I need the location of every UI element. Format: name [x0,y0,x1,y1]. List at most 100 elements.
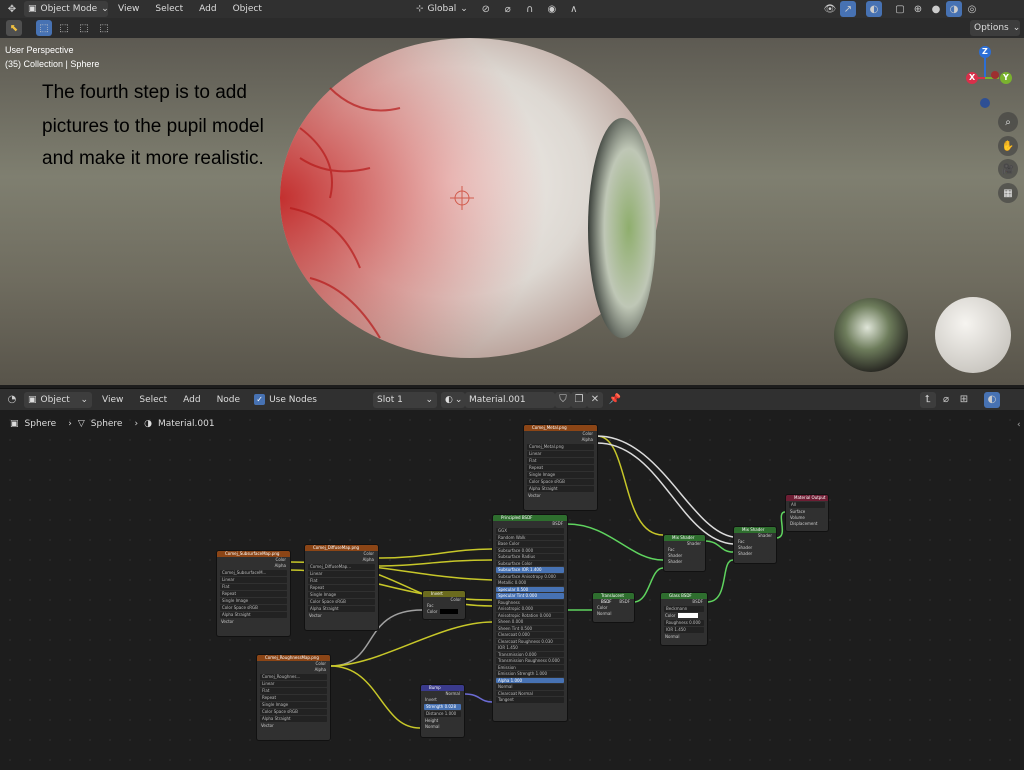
fake-user-shield-icon[interactable]: ⛉ [555,391,571,408]
select-intersect-icon[interactable]: ⬚ [96,20,112,36]
xray-icon[interactable]: ▢ [892,1,908,17]
node-invert[interactable]: Invert Color Fac Color [422,590,466,620]
target-field[interactable]: All [789,502,825,508]
principled-input-row[interactable]: Subsurface 0.000 [496,547,564,553]
image-selector[interactable]: Comej_Metal.png [527,444,594,450]
colorspace-field[interactable]: Color Space sRGB [308,599,375,605]
source-field[interactable]: Single Image [260,702,327,708]
principled-input-row[interactable]: Subsurface Color [496,560,564,566]
principled-input-row[interactable]: Clearcoat Roughness 0.030 [496,638,564,644]
menu-view[interactable]: View [96,395,129,405]
color-swatch[interactable] [440,609,459,614]
projection-field[interactable]: Flat [260,688,327,694]
snap-icon[interactable]: ⌀ [500,1,516,17]
roughness-field[interactable]: Roughness 0.000 [664,620,704,626]
invert-checkbox[interactable]: Invert [421,697,464,703]
unlink-material-icon[interactable]: ✕ [587,391,603,408]
principled-input-row[interactable]: Specular Tint 0.000 [496,593,564,599]
node-texture-metal[interactable]: Comej_Metal.png Color Alpha Comej_Metal.… [523,424,598,511]
duplicate-material-icon[interactable]: ❐ [571,391,587,408]
extension-field[interactable]: Repeat [260,695,327,701]
menu-select[interactable]: Select [133,395,173,405]
colorspace-field[interactable]: Color Space sRGB [527,479,594,485]
menu-add[interactable]: Add [193,4,222,14]
pivot-icon[interactable]: ⊘ [478,1,494,17]
editor-type-icon[interactable]: ✥ [4,1,20,17]
projection-field[interactable]: Flat [308,578,375,584]
distance-field[interactable]: Distance 1.000 [424,711,461,717]
node-mix-shader-1[interactable]: Mix Shader Shader Fac Shader Shader [663,534,706,572]
projection-field[interactable]: Flat [527,458,594,464]
shading-rendered-icon[interactable]: ◎ [964,1,980,17]
principled-input-row[interactable]: Sheen Tint 0.500 [496,625,564,631]
node-mix-shader-2[interactable]: Mix Shader Shader Fac Shader Shader [733,526,777,564]
principled-input-row[interactable]: Clearcoat Normal [496,690,564,696]
select-box-icon[interactable]: ⬚ [36,20,52,36]
select-extend-icon[interactable]: ⬚ [56,20,72,36]
alpha-field[interactable]: Alpha Straight [527,486,594,492]
node-principled-bsdf[interactable]: Principled BSDF BSDF GGX Random Walk Base … [492,514,568,722]
node-texture-roughness[interactable]: Comej_RoughnessMap.png Color Alpha Comej… [256,654,331,741]
node-bump[interactable]: Bump Normal Invert Strength 0.028 Distan… [420,684,465,738]
principled-input-row[interactable]: Sheen 0.000 [496,619,564,625]
color-swatch[interactable] [678,613,699,618]
principled-input-row[interactable]: Normal [496,684,564,690]
pin-icon[interactable]: 📌 [607,392,623,408]
principled-input-row[interactable]: Anisotropic Rotation 0.000 [496,612,564,618]
viewport-3d[interactable]: User Perspective (35) Collection | Spher… [0,38,1024,385]
principled-input-row[interactable]: Specular 0.500 [496,586,564,592]
grid-view-icon[interactable]: ▦ [998,183,1018,203]
principled-input-row[interactable]: Transmission 0.000 [496,651,564,657]
principled-input-row[interactable]: Emission [496,664,564,670]
node-glass-bsdf[interactable]: Glass BSDF BSDF Beckmann Color Roughness… [660,592,708,646]
menu-object[interactable]: Object [227,4,268,14]
mode-dropdown[interactable]: ▣ Object Mode ⌄ [24,1,109,17]
menu-node[interactable]: Node [211,395,247,405]
image-selector[interactable]: Comej_DiffuseMap... [308,564,375,570]
principled-input-row[interactable]: Transmission Roughness 0.000 [496,658,564,664]
alpha-field[interactable]: Alpha Straight [260,716,327,722]
shading-wireframe-icon[interactable]: ⊕ [910,1,926,17]
principled-input-row[interactable]: Subsurface Anisotropy 0.000 [496,573,564,579]
extension-field[interactable]: Repeat [527,465,594,471]
visibility-icon[interactable]: 👁 [822,1,838,17]
shading-solid-icon[interactable]: ● [928,1,944,17]
source-field[interactable]: Single Image [220,598,287,604]
shading-material-icon[interactable]: ◑ [946,1,962,17]
proportional-edit-icon[interactable]: ◉ [544,1,560,17]
menu-add[interactable]: Add [177,395,206,405]
shader-type-dropdown[interactable]: ▣ Object ⌄ [24,391,92,408]
interp-field[interactable]: Linear [260,681,327,687]
camera-icon[interactable]: 🎥 [998,159,1018,179]
interp-field[interactable]: Linear [220,577,287,583]
zoom-icon[interactable]: ⌕ [998,112,1018,132]
strength-field[interactable]: Strength 0.028 [424,704,461,710]
principled-input-row[interactable]: Base Color [496,541,564,547]
source-field[interactable]: Single Image [527,472,594,478]
magnet-icon[interactable]: ∩ [522,1,538,17]
interp-field[interactable]: Linear [308,571,375,577]
principled-input-row[interactable]: Tangent [496,697,564,703]
menu-view[interactable]: View [112,4,145,14]
principled-input-row[interactable]: Alpha 1.000 [496,677,564,683]
principled-input-row[interactable]: Clearcoat 0.000 [496,632,564,638]
principled-input-row[interactable]: Emission Strength 1.000 [496,671,564,677]
image-selector[interactable]: Comej_Roughnes... [260,674,327,680]
alpha-field[interactable]: Alpha Straight [220,612,287,618]
ior-field[interactable]: IOR 1.450 [664,627,704,633]
principled-input-row[interactable]: Metallic 0.000 [496,580,564,586]
material-browse-button[interactable]: ◐ ⌄ [441,391,465,408]
principled-input-row[interactable]: Anisotropic 0.000 [496,606,564,612]
node-texture-diffuse[interactable]: Comej_DiffuseMap.png Color Alpha Comej_D… [304,544,379,631]
extension-field[interactable]: Repeat [220,591,287,597]
projection-field[interactable]: Flat [220,584,287,590]
node-material-output[interactable]: Material Output All Surface Volume Displ… [785,494,829,532]
snap-element-icon[interactable]: ⊞ [956,392,972,408]
principled-input-row[interactable]: GGX [496,528,564,534]
pan-hand-icon[interactable]: ✋ [998,136,1018,156]
interp-field[interactable]: Linear [527,451,594,457]
use-nodes-toggle[interactable]: ✓ Use Nodes [250,392,321,408]
extension-field[interactable]: Repeat [308,585,375,591]
distribution-field[interactable]: Beckmann [664,606,704,612]
principled-input-row[interactable]: Random Walk [496,534,564,540]
